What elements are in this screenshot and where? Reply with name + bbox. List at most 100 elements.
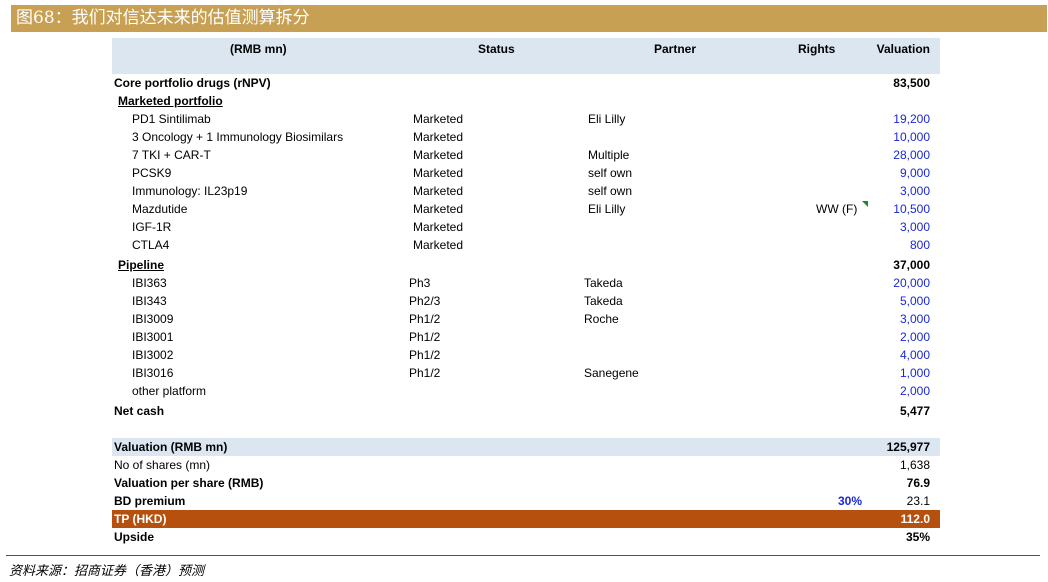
marketed-row: 7 TKI + CAR-T Marketed Multiple 28,000 [112,146,940,164]
drug-value: 2,000 [899,384,930,398]
pipeline-heading: Pipeline 37,000 [112,256,940,274]
drug-partner: Sanegene [584,366,639,380]
drug-value: 9,000 [899,166,930,180]
drug-name: PD1 Sintilimab [132,112,211,126]
header-partner: Partner [654,42,697,56]
table-header: (RMB mn) Status Partner Rights Valuation [112,38,940,74]
drug-status: Ph1/2 [409,330,441,344]
drug-value: 10,500 [893,202,930,216]
pipeline-row: IBI3002 Ph1/2 4,000 [112,346,940,364]
drug-name: Mazdutide [132,202,188,216]
comment-flag-icon [862,201,868,207]
valuation-value: 125,977 [886,440,930,454]
drug-status: Marketed [413,166,464,180]
drug-name: PCSK9 [132,166,172,180]
drug-status: Ph2/3 [409,294,441,308]
drug-name: IBI3009 [132,312,174,326]
shares-row: No of shares (mn) 1,638 [112,456,940,474]
pipeline-total: 37,000 [893,258,930,272]
pipeline-row: IBI3016 Ph1/2 Sanegene 1,000 [112,364,940,382]
drug-status: Ph1/2 [409,348,441,362]
bd-premium-pct: 30% [838,494,863,508]
drug-name: IBI3002 [132,348,174,362]
drug-value: 20,000 [893,276,930,290]
marketed-row: PCSK9 Marketed self own 9,000 [112,164,940,182]
target-price-value: 112.0 [900,512,930,526]
valuation-label: Valuation (RMB mn) [114,440,228,454]
drug-value: 19,200 [893,112,930,126]
drug-partner: Takeda [584,276,623,290]
core-label: Core portfolio drugs (rNPV) [114,76,271,90]
drug-value: 3,000 [899,184,930,198]
marketed-row: Immunology: IL23p19 Marketed self own 3,000 [112,182,940,200]
drug-name: IBI3001 [132,330,174,344]
drug-status: Marketed [413,184,464,198]
drug-status: Marketed [413,148,464,162]
pipeline-row: IBI343 Ph2/3 Takeda 5,000 [112,292,940,310]
drug-value: 800 [909,238,930,252]
drug-name: other platform [132,384,207,398]
marketed-row: CTLA4 Marketed 800 [112,236,940,254]
header-unit: (RMB mn) [230,42,287,56]
pipeline-row: other platform 2,000 [112,382,940,400]
drug-value: 3,000 [899,220,930,234]
drug-partner: Takeda [584,294,623,308]
drug-value: 3,000 [899,312,930,326]
upside-value: 35% [905,530,930,544]
figure-title: 图68：我们对信达未来的估值测算拆分 [11,5,1047,32]
marketed-row: IGF-1R Marketed 3,000 [112,218,940,236]
drug-status: Ph1/2 [409,366,441,380]
marketed-row: PD1 Sintilimab Marketed Eli Lilly 19,200 [112,110,940,128]
drug-value: 4,000 [899,348,930,362]
drug-status: Marketed [413,238,464,252]
drug-partner: Multiple [588,148,630,162]
drug-name: Immunology: IL23p19 [132,184,248,198]
header-rights: Rights [798,42,836,56]
bd-premium-value: 23.1 [906,494,930,508]
marketed-title: Marketed portfolio [118,94,223,108]
upside-row: Upside 35% [112,528,940,546]
pipeline-title: Pipeline [118,258,165,272]
target-price-label: TP (HKD) [114,512,167,526]
drug-partner: self own [588,184,633,198]
valuation-row: Valuation (RMB mn) 125,977 [112,438,940,456]
per-share-label: Valuation per share (RMB) [114,476,264,490]
drug-status: Ph1/2 [409,312,441,326]
per-share-row: Valuation per share (RMB) 76.9 [112,474,940,492]
net-cash-row: Net cash 5,477 [112,402,940,420]
pipeline-row: IBI3009 Ph1/2 Roche 3,000 [112,310,940,328]
core-row: Core portfolio drugs (rNPV) 83,500 [112,74,940,92]
drug-name: 3 Oncology + 1 Immunology Biosimilars [132,130,344,144]
per-share-value: 76.9 [906,476,930,490]
net-cash-label: Net cash [114,404,165,418]
header-valuation: Valuation [876,42,930,56]
drug-value: 2,000 [899,330,930,344]
core-value: 83,500 [893,76,930,90]
drug-name: IBI343 [132,294,167,308]
drug-value: 5,000 [899,294,930,308]
drug-rights: WW (F) [816,202,858,216]
drug-status: Marketed [413,202,464,216]
marketed-row: 3 Oncology + 1 Immunology Biosimilars Mar… [112,128,940,146]
drug-value: 1,000 [899,366,930,380]
drug-partner: Roche [584,312,619,326]
pipeline-row: IBI3001 Ph1/2 2,000 [112,328,940,346]
marketed-heading: Marketed portfolio [112,92,940,110]
drug-partner: Eli Lilly [588,202,626,216]
shares-value: 1,638 [899,458,930,472]
drug-status: Marketed [413,220,464,234]
shares-label: No of shares (mn) [114,458,211,472]
upside-label: Upside [114,530,155,544]
drug-name: IBI363 [132,276,167,290]
drug-value: 28,000 [893,148,930,162]
drug-partner: Eli Lilly [588,112,626,126]
pipeline-row: IBI363 Ph3 Takeda 20,000 [112,274,940,292]
marketed-row: Mazdutide Marketed Eli Lilly WW (F) 10,500 [112,200,940,218]
target-price-row: TP (HKD) 112.0 [112,510,940,528]
net-cash-value: 5,477 [899,404,930,418]
source-note: 资料来源：招商证券（香港）预测 [9,564,205,579]
drug-status: Marketed [413,112,464,126]
drug-name: CTLA4 [132,238,170,252]
footer-divider [6,555,1040,556]
drug-name: 7 TKI + CAR-T [132,148,211,162]
